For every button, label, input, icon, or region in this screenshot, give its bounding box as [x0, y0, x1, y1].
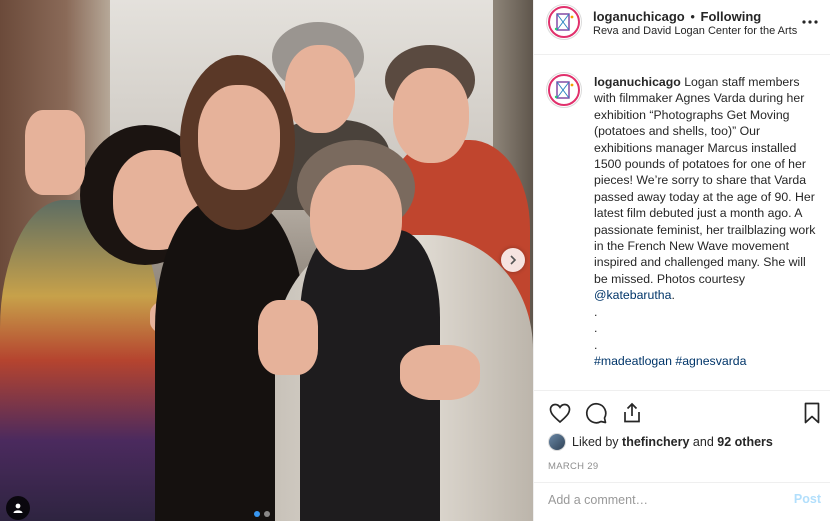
post-sidebar: loganuchicago • Following Reva and David…	[533, 0, 830, 521]
more-options-button[interactable]	[801, 12, 819, 30]
header-username[interactable]: loganuchicago	[593, 9, 685, 24]
caption-dot-1: .	[594, 304, 598, 319]
comment-button[interactable]	[584, 401, 608, 425]
post-photo[interactable]	[0, 0, 533, 521]
person-icon	[13, 503, 23, 513]
likes-prefix: Liked by	[572, 435, 619, 449]
likes-others-link[interactable]: 92 others	[717, 435, 773, 449]
caption-dot-3: .	[594, 337, 598, 352]
likes-summary: Liked by thefinchery and 92 others	[548, 433, 773, 451]
bookmark-icon	[804, 402, 820, 424]
ellipsis-icon	[802, 20, 818, 24]
action-section: Liked by thefinchery and 92 others MARCH…	[534, 390, 830, 515]
post-comment-button[interactable]: Post	[794, 492, 821, 506]
location-link[interactable]: Reva and David Logan Center for the Arts	[593, 25, 797, 37]
carousel-indicator	[254, 511, 270, 517]
carousel-dot-1	[254, 511, 260, 517]
share-icon	[624, 402, 640, 423]
comment-icon	[585, 402, 607, 424]
liker-avatar[interactable]	[548, 433, 566, 451]
heart-icon	[549, 403, 571, 424]
chevron-right-icon	[510, 255, 517, 265]
liker-username[interactable]: thefinchery	[622, 435, 689, 449]
header-separator: •	[690, 9, 695, 24]
user-tags-button[interactable]	[6, 496, 30, 520]
hashtag-links[interactable]: #madeatlogan #agnesvarda	[594, 354, 746, 368]
save-button[interactable]	[800, 401, 824, 425]
header-username-row: loganuchicago • Following	[593, 9, 761, 24]
caption-username[interactable]: loganuchicago	[594, 75, 681, 89]
account-avatar[interactable]	[546, 4, 582, 40]
post-date[interactable]: MARCH 29	[548, 461, 598, 472]
caption-suffix: .	[671, 288, 675, 303]
logan-logo-icon	[548, 74, 580, 106]
mention-link[interactable]: @katebarutha	[594, 288, 671, 302]
caption-area: loganuchicago Logan staff members with f…	[534, 56, 830, 390]
share-button[interactable]	[620, 401, 644, 425]
caption-text: loganuchicago Logan staff members with f…	[594, 74, 819, 369]
comment-input[interactable]	[548, 490, 768, 510]
caption-body: Logan staff members with filmmaker Agnes…	[594, 75, 816, 286]
likes-and: and	[692, 435, 714, 449]
caption-avatar[interactable]	[546, 72, 582, 108]
comment-bar: Post	[534, 482, 830, 516]
logan-logo-icon	[548, 6, 580, 38]
like-button[interactable]	[548, 401, 572, 425]
carousel-next-button[interactable]	[501, 248, 525, 272]
follow-status[interactable]: Following	[701, 9, 762, 24]
caption-dot-2: .	[594, 321, 598, 336]
post-header: loganuchicago • Following Reva and David…	[534, 0, 830, 55]
carousel-dot-2	[264, 511, 270, 517]
